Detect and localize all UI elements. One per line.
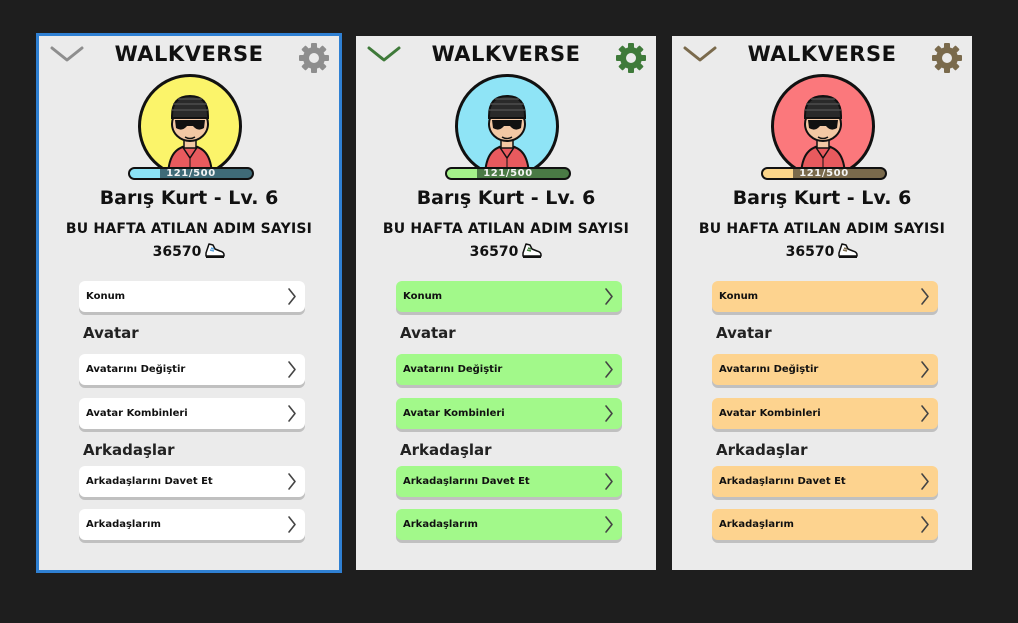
user-name-level: Barış Kurt - Lv. 6 [732, 187, 912, 209]
location-label: Konum [86, 291, 126, 302]
avatar-outfits-label: Avatar Kombinleri [86, 408, 188, 419]
avatar-character-icon [799, 94, 847, 175]
user-name-level: Barış Kurt - Lv. 6 [416, 187, 596, 209]
weekly-steps-row: 36570 [672, 241, 972, 260]
avatar-section-title: Avatar [400, 324, 456, 342]
location-button[interactable]: Konum [79, 281, 305, 312]
xp-text: 121/500 [166, 168, 216, 179]
chevron-right-icon [921, 361, 929, 378]
change-avatar-button[interactable]: Avatarını Değiştir [79, 354, 305, 385]
avatar-outfits-button[interactable]: Avatar Kombinleri [712, 398, 938, 429]
my-friends-button[interactable]: Arkadaşlarım [79, 509, 305, 540]
weekly-steps-heading: BU HAFTA ATILAN ADIM SAYISI [698, 221, 946, 237]
weekly-steps-value: 36570 [469, 244, 519, 260]
chevron-right-icon [288, 516, 296, 533]
chevron-right-icon [921, 516, 929, 533]
chevron-right-icon [288, 361, 296, 378]
friends-section-title: Arkadaşlar [83, 441, 175, 459]
chevron-right-icon [288, 405, 296, 422]
sneaker-icon [205, 243, 226, 258]
location-label: Konum [719, 291, 759, 302]
phone-screen-orange: WALKVERSE 121/500 Barış Kurt - Lv. 6 BU … [672, 36, 972, 570]
weekly-steps-row: 36570 [39, 241, 339, 260]
weekly-steps-heading: BU HAFTA ATILAN ADIM SAYISI [382, 221, 630, 237]
change-avatar-label: Avatarını Değiştir [86, 364, 186, 375]
avatar-outfits-button[interactable]: Avatar Kombinleri [396, 398, 622, 429]
xp-progress-bar: 121/500 [445, 167, 571, 180]
app-title: WALKVERSE [747, 42, 897, 66]
change-avatar-button[interactable]: Avatarını Değiştir [396, 354, 622, 385]
avatar-character-icon [483, 94, 531, 175]
location-label: Konum [403, 291, 443, 302]
chevron-right-icon [288, 288, 296, 305]
avatar-character-icon [166, 94, 214, 175]
avatar-outfits-label: Avatar Kombinleri [403, 408, 505, 419]
my-friends-button[interactable]: Arkadaşlarım [396, 509, 622, 540]
sneaker-icon [838, 243, 859, 258]
my-friends-label: Arkadaşlarım [86, 519, 161, 530]
change-avatar-label: Avatarını Değiştir [719, 364, 819, 375]
change-avatar-label: Avatarını Değiştir [403, 364, 503, 375]
invite-friends-button[interactable]: Arkadaşlarını Davet Et [396, 466, 622, 497]
chevron-right-icon [605, 473, 613, 490]
invite-friends-button[interactable]: Arkadaşlarını Davet Et [712, 466, 938, 497]
chevron-right-icon [921, 405, 929, 422]
my-friends-label: Arkadaşlarım [403, 519, 478, 530]
phone-screen-green: WALKVERSE 121/500 Barış Kurt - Lv. 6 BU … [356, 36, 656, 570]
app-title: WALKVERSE [114, 42, 264, 66]
avatar[interactable] [455, 74, 559, 178]
avatar-outfits-button[interactable]: Avatar Kombinleri [79, 398, 305, 429]
friends-section-title: Arkadaşlar [400, 441, 492, 459]
location-button[interactable]: Konum [396, 281, 622, 312]
weekly-steps-value: 36570 [152, 244, 202, 260]
avatar-section-title: Avatar [83, 324, 139, 342]
avatar[interactable] [771, 74, 875, 178]
xp-text: 121/500 [483, 168, 533, 179]
user-name-level: Barış Kurt - Lv. 6 [99, 187, 279, 209]
weekly-steps-heading: BU HAFTA ATILAN ADIM SAYISI [65, 221, 313, 237]
weekly-steps-row: 36570 [356, 241, 656, 260]
friends-section-title: Arkadaşlar [716, 441, 808, 459]
avatar-section-title: Avatar [716, 324, 772, 342]
invite-friends-label: Arkadaşlarını Davet Et [719, 476, 846, 487]
chevron-right-icon [288, 473, 296, 490]
chevron-right-icon [605, 516, 613, 533]
invite-friends-label: Arkadaşlarını Davet Et [86, 476, 213, 487]
phone-screen-blue: WALKVERSE 121/500 Barış Kurt - Lv. 6 BU … [36, 33, 342, 573]
chevron-right-icon [921, 473, 929, 490]
xp-progress-bar: 121/500 [128, 167, 254, 180]
gear-icon[interactable] [299, 43, 329, 73]
chevron-right-icon [921, 288, 929, 305]
location-button[interactable]: Konum [712, 281, 938, 312]
chevron-right-icon [605, 288, 613, 305]
sneaker-icon [522, 243, 543, 258]
xp-progress-bar: 121/500 [761, 167, 887, 180]
change-avatar-button[interactable]: Avatarını Değiştir [712, 354, 938, 385]
my-friends-label: Arkadaşlarım [719, 519, 794, 530]
my-friends-button[interactable]: Arkadaşlarım [712, 509, 938, 540]
invite-friends-button[interactable]: Arkadaşlarını Davet Et [79, 466, 305, 497]
gear-icon[interactable] [616, 43, 646, 73]
chevron-right-icon [605, 361, 613, 378]
app-title: WALKVERSE [431, 42, 581, 66]
weekly-steps-value: 36570 [785, 244, 835, 260]
avatar[interactable] [138, 74, 242, 178]
avatar-outfits-label: Avatar Kombinleri [719, 408, 821, 419]
xp-text: 121/500 [799, 168, 849, 179]
invite-friends-label: Arkadaşlarını Davet Et [403, 476, 530, 487]
gear-icon[interactable] [932, 43, 962, 73]
chevron-right-icon [605, 405, 613, 422]
